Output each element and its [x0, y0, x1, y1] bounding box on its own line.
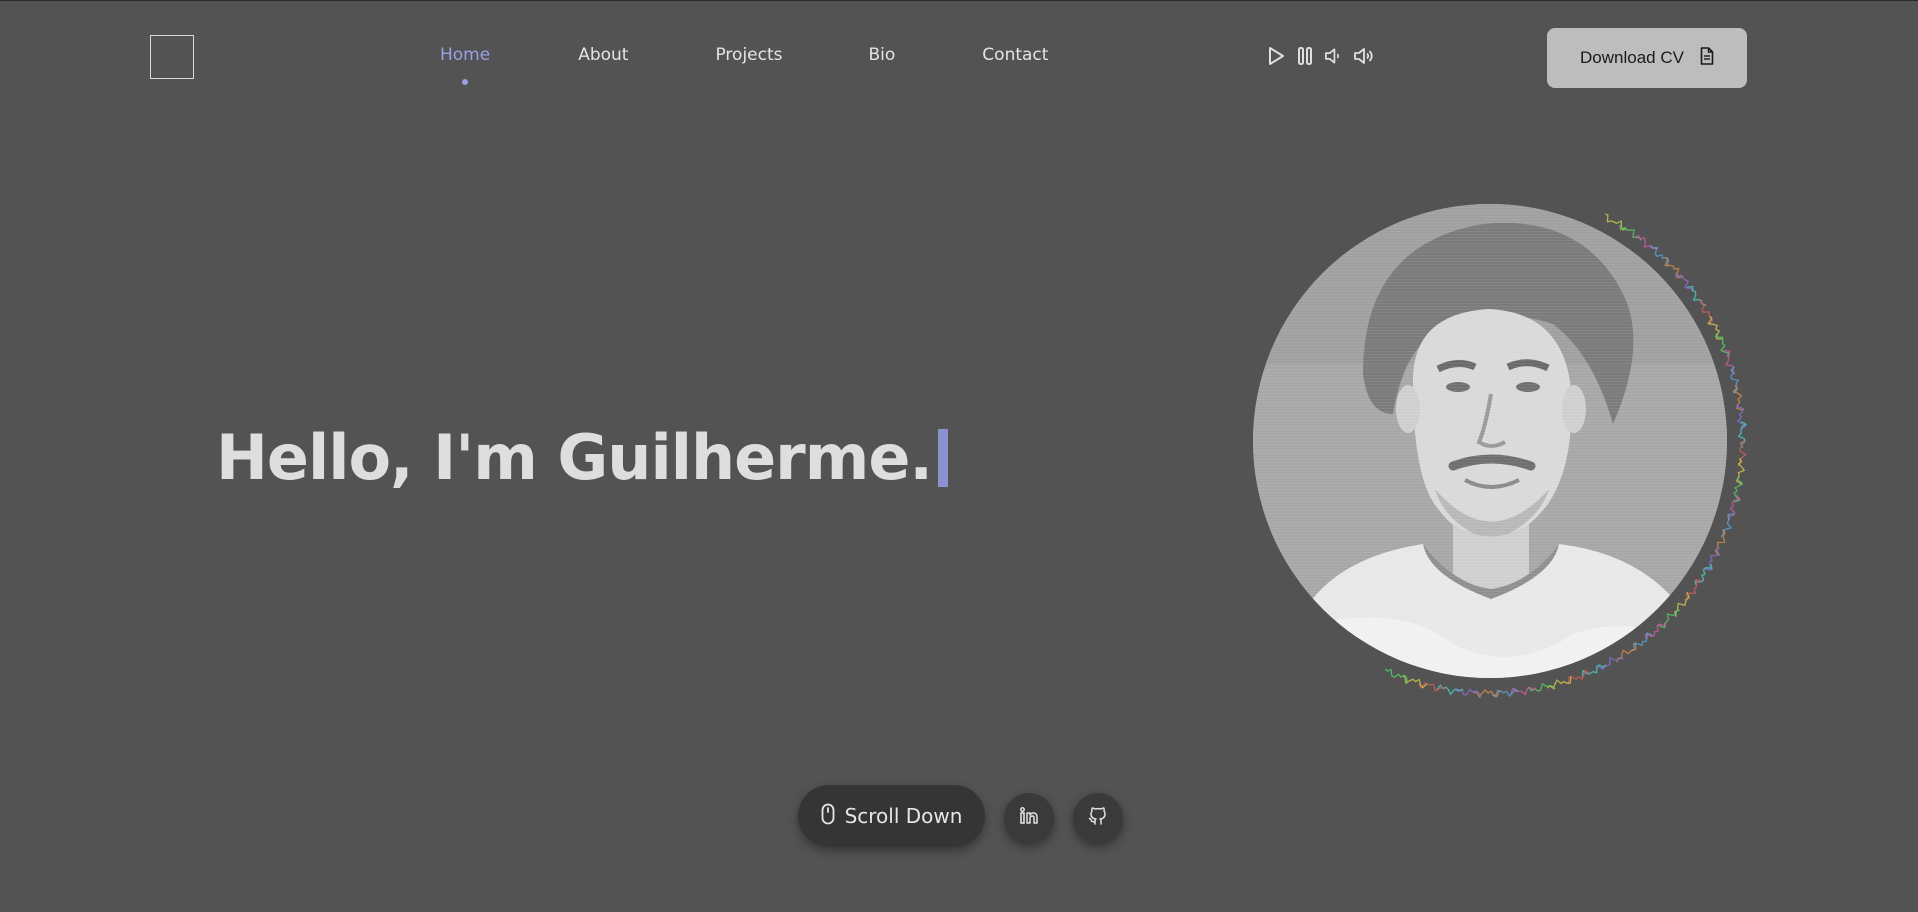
wave-line	[1684, 578, 1703, 601]
audio-controls	[1266, 45, 1375, 67]
wave-line	[1694, 563, 1713, 586]
download-cv-button[interactable]: Download CV	[1547, 28, 1747, 88]
nav-item-label: Home	[440, 45, 491, 65]
wave-line	[1619, 224, 1642, 241]
wave-line	[1737, 421, 1748, 448]
nav-item-about[interactable]: About	[578, 45, 628, 65]
github-button[interactable]	[1073, 793, 1123, 843]
wave-line	[1687, 286, 1707, 307]
github-icon	[1088, 806, 1108, 830]
wave-line	[1597, 656, 1624, 671]
portrait-area	[1253, 204, 1763, 704]
page: Home About Projects Bio Contact Download…	[0, 0, 1918, 912]
profile-photo	[1253, 204, 1727, 678]
typing-caret	[937, 428, 948, 487]
wave-line	[1714, 333, 1731, 358]
active-indicator	[462, 79, 469, 85]
wave-line	[1704, 547, 1720, 571]
wave-line	[1733, 476, 1744, 503]
wave-line	[1546, 676, 1572, 690]
wave-line	[1616, 642, 1637, 663]
wave-line	[1436, 684, 1464, 696]
scroll-down-label: Scroll Down	[844, 804, 963, 828]
wave-line	[1727, 494, 1742, 521]
main-nav: Home About Projects Bio Contact	[440, 45, 1048, 85]
nav-item-projects[interactable]: Projects	[715, 45, 782, 65]
pause-icon[interactable]	[1295, 45, 1314, 67]
nav-item-contact[interactable]: Contact	[982, 45, 1048, 65]
wave-line	[1674, 272, 1694, 293]
hero: Hello, I'm Guilherme.	[216, 421, 948, 494]
wave-line	[1644, 622, 1667, 640]
mouse-icon	[821, 803, 835, 829]
hero-greeting: Hello, I'm Guilherme.	[216, 421, 933, 494]
document-icon	[1700, 47, 1714, 69]
download-cv-label: Download CV	[1580, 48, 1684, 67]
wave-line	[1735, 457, 1746, 486]
nav-item-bio[interactable]: Bio	[869, 45, 896, 65]
nav-item-label: Projects	[715, 45, 783, 65]
wave-line	[1700, 299, 1714, 326]
wave-line	[1604, 213, 1627, 231]
volume-low-icon[interactable]	[1324, 45, 1343, 67]
linkedin-icon	[1019, 806, 1039, 830]
scroll-down-button[interactable]: Scroll Down	[798, 785, 985, 847]
linkedin-button[interactable]	[1004, 793, 1054, 843]
logo[interactable]	[150, 35, 194, 79]
volume-high-icon[interactable]	[1353, 45, 1375, 67]
nav-item-label: Bio	[868, 45, 896, 65]
play-icon[interactable]	[1266, 45, 1285, 67]
nav-item-home[interactable]: Home	[440, 45, 491, 85]
nav-item-label: Contact	[982, 45, 1049, 65]
nav-item-label: About	[578, 45, 629, 65]
